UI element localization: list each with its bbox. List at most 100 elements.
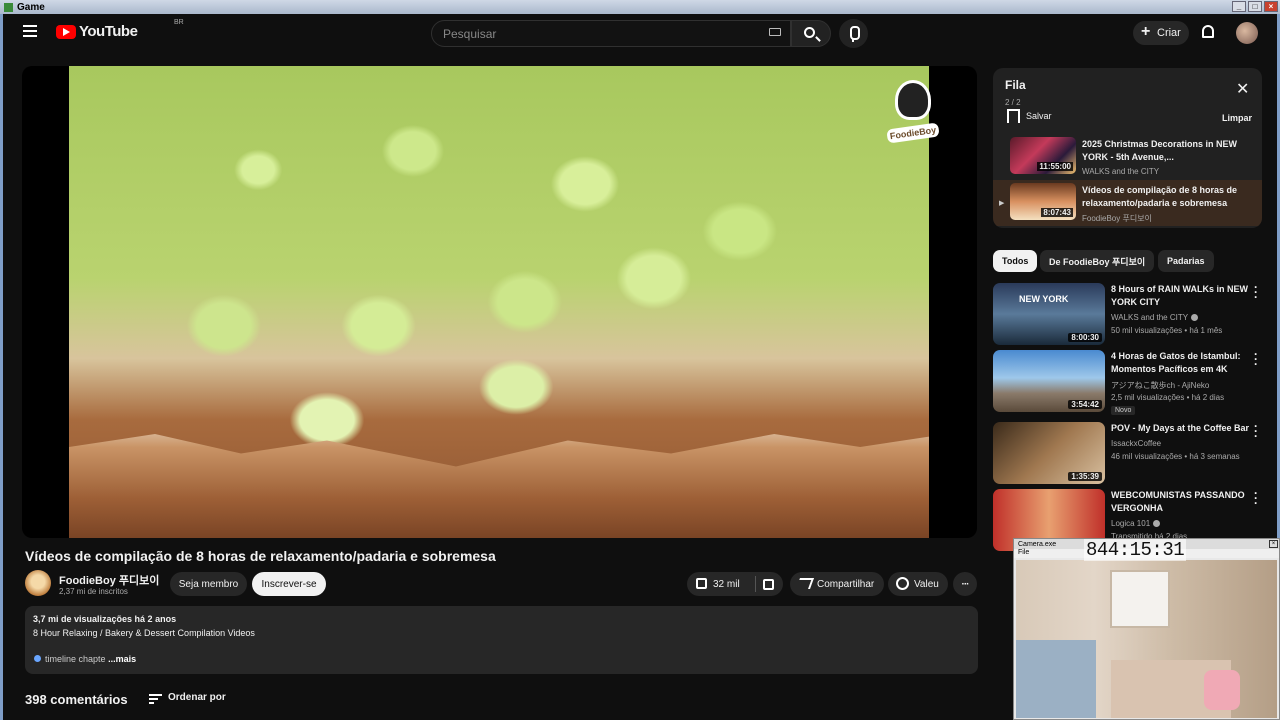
join-button[interactable]: Seja membro xyxy=(170,572,247,596)
view-date-meta: 3,7 mi de visualizações há 2 anos xyxy=(33,614,177,624)
sort-comments-button[interactable]: Ordenar por xyxy=(149,692,226,704)
queue-thumbnail: 8:07:43 xyxy=(1010,183,1076,220)
queue-item-title: Vídeos de compilação de 8 horas de relax… xyxy=(1082,185,1238,208)
search-input[interactable]: Pesquisar xyxy=(431,20,791,47)
video-thumbnail: 1:35:39 xyxy=(993,422,1105,484)
window-controls: _ □ × xyxy=(1232,1,1278,12)
queue-position: 2 / 2 xyxy=(1005,98,1021,107)
now-playing-icon: ▶ xyxy=(999,200,1005,207)
close-icon[interactable]: ✕ xyxy=(1236,82,1249,98)
more-actions-button[interactable]: ··· xyxy=(953,572,977,596)
maximize-button[interactable]: □ xyxy=(1248,1,1262,12)
video-player[interactable]: FoodieBoy xyxy=(22,66,977,538)
mascot-icon xyxy=(895,80,931,120)
voice-search-icon[interactable] xyxy=(839,19,868,48)
more-vert-icon[interactable]: · · · xyxy=(1254,348,1258,370)
camera-close-button[interactable]: × xyxy=(1269,540,1278,548)
minimize-button[interactable]: _ xyxy=(1232,1,1246,12)
rec-views: 2,5 mil visualizações • há 2 dias xyxy=(1111,393,1225,402)
account-avatar[interactable] xyxy=(1236,22,1258,44)
queue-thumbnail: 11:55:00 xyxy=(1010,137,1076,174)
comments-count: 398 comentários xyxy=(25,692,128,707)
channel-name[interactable]: FoodieBoy 푸디보이 xyxy=(59,572,159,588)
search-icon xyxy=(804,27,815,38)
subscribe-button[interactable]: Inscrever-se xyxy=(252,572,326,596)
description-box[interactable]: 3,7 mi de visualizações há 2 anos 8 Hour… xyxy=(25,606,978,674)
thanks-icon xyxy=(896,577,909,590)
rec-channel: IssackxCoffee xyxy=(1111,439,1162,448)
channel-avatar[interactable] xyxy=(25,570,51,596)
app-icon xyxy=(4,2,13,12)
search-placeholder: Pesquisar xyxy=(443,26,497,41)
new-badge: Novo xyxy=(1111,406,1136,415)
rec-views: 46 mil visualizações • há 3 semanas xyxy=(1111,452,1240,461)
stream-timer: 844:15:31 xyxy=(1084,539,1187,561)
video-thumbnail: 3:54:42 xyxy=(993,350,1105,412)
chip-bakeries[interactable]: Padarias xyxy=(1158,250,1214,272)
save-queue-button[interactable]: Salvar xyxy=(1007,109,1052,123)
chip-from-channel[interactable]: De FoodieBoy 푸디보이 xyxy=(1040,250,1155,272)
show-more-link[interactable]: ...mais xyxy=(108,654,136,664)
more-vert-icon[interactable]: · · · xyxy=(1254,281,1258,303)
rec-channel: Logica 101 xyxy=(1111,519,1161,528)
duration: 1:35:39 xyxy=(1068,472,1102,481)
close-window-button[interactable]: × xyxy=(1264,1,1278,12)
menu-icon[interactable] xyxy=(23,25,37,37)
clear-queue-button[interactable]: Limpar xyxy=(1222,113,1252,123)
top-bar: YouTube BR Pesquisar + Criar xyxy=(3,14,1277,52)
rec-channel-name: Logica 101 xyxy=(1111,519,1151,528)
room-object xyxy=(1204,670,1240,710)
description-line: 8 Hour Relaxing / Bakery & Dessert Compi… xyxy=(33,628,255,638)
duration: 8:07:43 xyxy=(1041,208,1073,217)
camera-overlay-window[interactable]: Camera.exe File × 844:15:31 xyxy=(1013,538,1280,720)
country-code: BR xyxy=(174,19,184,26)
share-icon xyxy=(795,578,815,589)
notifications-icon[interactable] xyxy=(1202,25,1214,38)
thumbs-up-icon xyxy=(696,578,707,589)
recommendation-item[interactable]: NEW YORK 8:00:30 8 Hours of RAIN WALKs i… xyxy=(993,281,1263,347)
sort-icon-bar xyxy=(149,694,162,696)
sort-icon-bar xyxy=(149,702,154,704)
thumbs-down-icon[interactable] xyxy=(763,579,774,590)
logo-text: YouTube xyxy=(79,23,138,40)
create-label: Criar xyxy=(1157,27,1181,39)
rec-views: 50 mil visualizações • há 1 mês xyxy=(1111,326,1223,335)
room-bed xyxy=(1016,640,1096,718)
queue-title: Fila xyxy=(1005,78,1026,92)
chip-all[interactable]: Todos xyxy=(993,250,1038,272)
rec-channel: アジアねこ散歩ch - AjiNeko xyxy=(1111,381,1210,390)
sort-icon-bar xyxy=(149,698,158,700)
like-count: 32 mil xyxy=(713,578,740,590)
video-frame[interactable]: FoodieBoy xyxy=(69,66,940,538)
more-vert-icon[interactable]: · · · xyxy=(1254,487,1258,509)
verified-icon xyxy=(1191,314,1199,322)
verified-icon xyxy=(1153,520,1161,528)
recommendation-item[interactable]: 1:35:39 POV - My Days at the Coffee Bar … xyxy=(993,420,1263,486)
search-button[interactable] xyxy=(791,20,831,47)
queue-item-current[interactable]: ▶ 8:07:43 Vídeos de compilação de 8 hora… xyxy=(993,180,1262,226)
create-button[interactable]: + Criar xyxy=(1133,21,1189,45)
thanks-button[interactable]: Valeu xyxy=(888,572,948,596)
like-button[interactable]: 32 mil xyxy=(687,572,783,596)
chapter-snippet: timeline chapte ...mais xyxy=(34,654,136,664)
video-title: Vídeos de compilação de 8 horas de relax… xyxy=(25,548,496,564)
rec-title: 8 Hours of RAIN WALKs in NEW YORK CITY xyxy=(1111,284,1248,307)
youtube-logo[interactable]: YouTube BR xyxy=(56,19,184,40)
magnifier-icon xyxy=(34,655,41,662)
thumbnail-text: NEW YORK xyxy=(1019,294,1069,304)
keyboard-icon[interactable] xyxy=(769,28,781,36)
watermark-text: FoodieBoy xyxy=(886,122,940,144)
more-vert-icon[interactable]: · · · xyxy=(1254,420,1258,442)
queue-item[interactable]: 11:55:00 2025 Christmas Decorations in N… xyxy=(993,134,1262,180)
share-button[interactable]: Compartilhar xyxy=(790,572,884,596)
share-label: Compartilhar xyxy=(817,578,875,590)
duration: 11:55:00 xyxy=(1037,162,1073,171)
window-title: Game xyxy=(17,1,45,13)
queue-item-channel: WALKS and the CITY xyxy=(1082,167,1160,176)
queue-panel: Fila 2 / 2 ✕ Salvar Limpar 11:55:00 2025… xyxy=(993,68,1262,228)
youtube-play-icon xyxy=(56,24,76,39)
channel-watermark: FoodieBoy xyxy=(886,80,940,160)
room-window xyxy=(1110,570,1170,628)
recommendation-item[interactable]: 3:54:42 4 Horas de Gatos de Istambul: Mo… xyxy=(993,348,1263,415)
thanks-label: Valeu xyxy=(914,578,939,590)
